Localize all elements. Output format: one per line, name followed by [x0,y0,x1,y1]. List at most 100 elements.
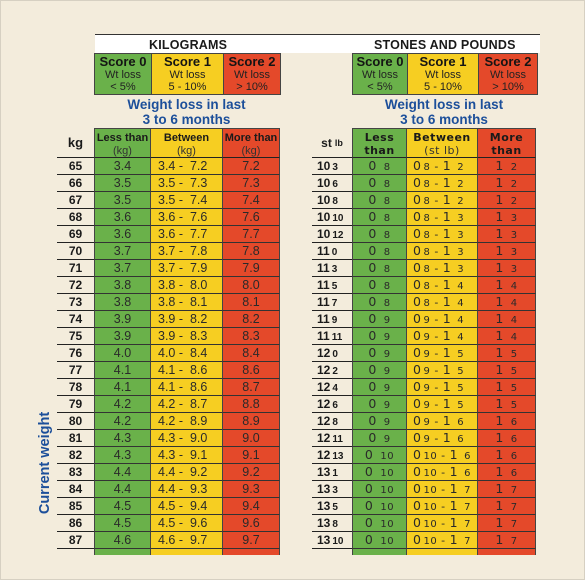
between-value: 09 - 14 [407,311,478,328]
stones-part: 1 [495,345,504,360]
pounds-part: 4 [510,298,518,309]
lb-label: lb [334,137,343,148]
weight-kg: 76 [57,345,94,362]
score-line2: 5 - 10% [424,81,462,93]
pounds-value: 3 [331,264,338,275]
pounds-part: 7 [510,502,518,513]
kg-table-row: 86 4.5 4.5 - 9.6 9.6 [57,515,280,532]
between-value: 4.5 - 9.4 [151,498,223,515]
between-value: 09 - 16 [407,430,478,447]
stones-part: 1 [495,379,504,394]
between-value: 0 10 - 16 [407,447,478,464]
pounds-part: 8 [383,281,391,292]
stones-part: 1 [442,175,452,190]
range-dash: - [430,262,443,275]
pounds-part: 6 [457,434,465,445]
stones-part: 1 [495,532,504,547]
kg-subtitle: Weight loss in last 3 to 6 months [94,97,279,127]
range-dash: - [430,160,443,173]
between-value: 3.4 - 7.2 [151,158,223,175]
stones-rows: 10 3 0 8 0 8 - 1 2 1 2 10 6 0 8 0 8 - 1 2 1 2 10 8 0 8 0 8 - 12… [312,158,536,549]
stones-part: 1 [495,260,504,275]
stones-part: 1 [449,464,459,479]
stones-table-row: 11 7 0 8 0 8 - 1414 [312,294,536,311]
stones-value: 11 [317,278,330,292]
more-than-value: 7.2 [223,158,280,175]
weight-st-lb: 13 1 [312,464,352,481]
stones-table-row: 13 8 0 10 0 10 - 1717 [312,515,536,532]
stones-part: 1 [442,209,452,224]
more-than-value: 15 [478,362,536,379]
header-label: Less than [96,132,149,144]
more-than-value: 8.2 [223,311,280,328]
pounds-part: 4 [457,281,465,292]
stones-value: 13 [317,465,331,479]
stones-table-row: 13 10 0 10 0 10 - 1717 [312,532,536,549]
weight-st-lb: 11 0 [312,243,352,260]
pounds-part: 3 [457,213,465,224]
less-than-value: 4.3 [94,430,151,447]
pounds-part: 8 [383,298,391,309]
weight-kg: 67 [57,192,94,209]
stones-part: 1 [449,532,459,547]
stones-part: 1 [495,226,504,241]
pounds-part: 6 [510,451,518,462]
st-header-between: Between (st lb) [407,128,478,158]
less-than-value: 4.0 [94,345,151,362]
pounds-part: 7 [464,519,471,530]
between-value: 4.2 - 8.9 [151,413,223,430]
range-dash: - [430,296,443,309]
between-value: 3.7 - 7.9 [151,260,223,277]
stones-part: 1 [442,328,452,343]
kg-score-2: Score 2 Wt loss > 10% [224,54,280,94]
header-label: Between [413,131,471,144]
stones-part: 0 [413,192,422,207]
less-than-value: 08 [352,277,407,294]
kg-table-row: 71 3.7 3.7 - 7.9 7.9 [57,260,280,277]
pounds-part: 10 [423,502,438,513]
pounds-part: 7 [510,485,518,496]
kg-table-row: 76 4.0 4.0 - 8.4 8.4 [57,345,280,362]
score-line1: Wt loss [104,68,142,81]
pounds-part: 5 [457,400,465,411]
between-value: 4.3 - 9.0 [151,430,223,447]
stub-red [223,549,280,555]
weight-st-lb: 12 8 [312,413,352,430]
range-dash: - [430,330,443,343]
stones-part: 1 [495,362,504,377]
pounds-part: 10 [380,451,395,462]
pounds-value: 5 [331,281,338,292]
between-value: 08 - 12 [407,192,478,209]
pounds-value: 11 [331,332,343,343]
weight-st-lb: 12 13 [312,447,352,464]
kg-table-row: 87 4.6 4.6 - 9.7 9.7 [57,532,280,549]
pounds-value: 7 [331,298,338,309]
more-than-value: 15 [478,345,536,362]
weight-st-lb: 11 5 [312,277,352,294]
between-value: 4.4 - 9.2 [151,464,223,481]
less-than-value: 4.4 [94,481,151,498]
stones-part: 0 [364,464,374,479]
range-dash: - [430,279,443,292]
score-label: Score 2 [484,54,532,69]
stones-part: 0 [368,277,377,292]
score-line1: Wt loss [361,68,399,81]
stones-part: 0 [413,175,422,190]
kilograms-title: KILOGRAMS [149,38,228,52]
less-than-value: 08 [352,226,407,243]
stones-part: 0 [413,362,422,377]
pounds-part: 3 [457,230,465,241]
pounds-value: 11 [332,434,343,445]
kg-table-row: 80 4.2 4.2 - 8.9 8.9 [57,413,280,430]
more-than-value: 13 [478,226,536,243]
range-dash: - [430,398,443,411]
stones-part: 0 [368,243,377,258]
stub-spacer [57,549,94,555]
more-than-value: 8.0 [223,277,280,294]
between-value: 3.9 - 8.2 [151,311,223,328]
kg-table-row: 69 3.6 3.6 - 7.7 7.7 [57,226,280,243]
between-value: 3.6 - 7.6 [151,209,223,226]
less-than-value: 3.8 [94,294,151,311]
stones-part: 0 [413,209,422,224]
stones-part: 1 [495,328,504,343]
